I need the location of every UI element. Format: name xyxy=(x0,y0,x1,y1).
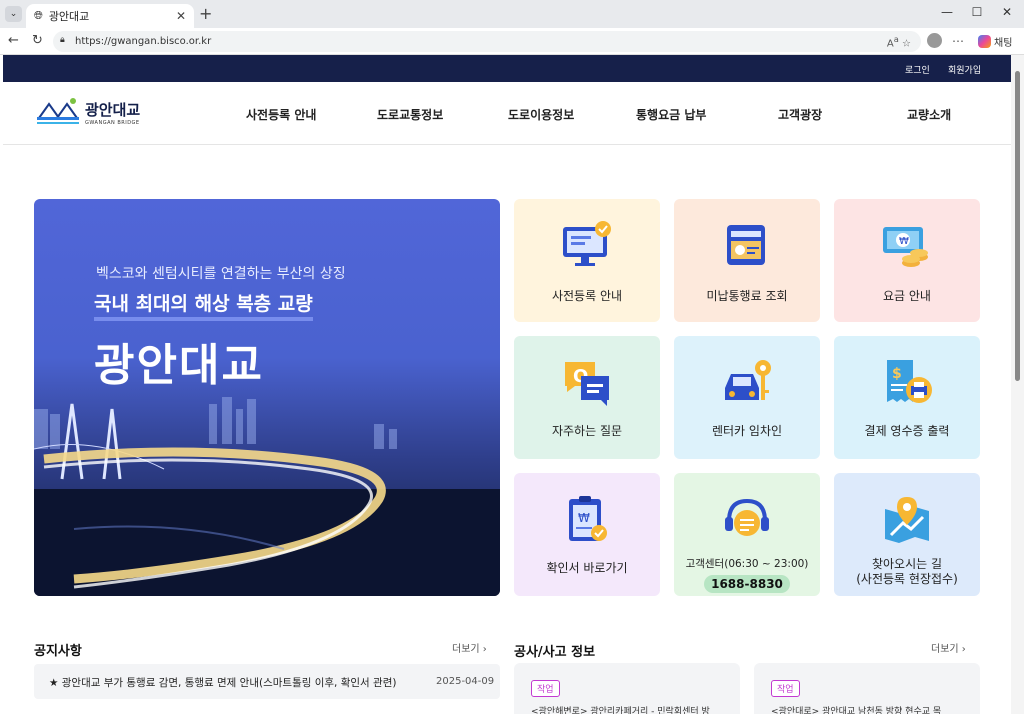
card-sublabel: (사전등록 현장접수) xyxy=(856,572,958,586)
globe-icon: 🌐︎ xyxy=(34,9,43,22)
bridge-night-illustration xyxy=(34,397,500,596)
tab-list-chevron-icon[interactable]: ⌄ xyxy=(5,6,22,22)
read-aloud-favorite-icons[interactable]: Aa ☆ xyxy=(887,34,911,49)
payment-terminal-icon xyxy=(727,225,765,265)
copilot-chat-button[interactable]: 채팅 xyxy=(978,34,1012,49)
svg-text:₩: ₩ xyxy=(899,236,909,247)
notice-title: 공지사항 xyxy=(34,644,82,659)
clipboard-won-icon: ₩ xyxy=(569,496,607,541)
site-header: 광안대교 GWANGAN BRIDGE 사전등록 안내 도로교통정보 도로이용정… xyxy=(3,82,1011,145)
works-more-link[interactable]: 더보기 › xyxy=(931,640,966,655)
join-link[interactable]: 회원가입 xyxy=(948,63,981,76)
tab-title: 광안대교 xyxy=(48,10,90,23)
hero-subtitle: 벡스코와 센텀시티를 연결하는 부산의 상징 xyxy=(96,266,346,282)
hero-banner: 벡스코와 센텀시티를 연결하는 부산의 상징 국내 최대의 해상 복층 교량 광… xyxy=(34,199,500,596)
notice-date: 2025-04-09 xyxy=(436,676,495,687)
card-toll-guide[interactable]: ₩ 요금 안내 xyxy=(834,199,980,322)
login-link[interactable]: 로그인 xyxy=(905,63,930,76)
utility-bar: 로그인 회원가입 xyxy=(3,55,1011,82)
scrollbar-thumb[interactable] xyxy=(1015,71,1020,381)
minimize-icon[interactable]: — xyxy=(932,5,962,19)
work-item[interactable]: 작업 <광안대로> 광안대교 남천동 방향 현수교 목 xyxy=(754,663,980,714)
notice-item[interactable]: ★ 광안대교 부가 통행료 감면, 통행료 면제 안내(스마트톨링 이후, 확인… xyxy=(34,664,500,699)
close-tab-icon[interactable]: ✕ xyxy=(176,9,186,23)
back-icon[interactable]: ← xyxy=(8,33,19,48)
nav-customer[interactable]: 고객광장 xyxy=(778,106,822,123)
work-badge: 작업 xyxy=(531,680,560,697)
nav-bridge-intro[interactable]: 교량소개 xyxy=(907,106,951,123)
card-customer-center[interactable]: 고객센터(06:30 ~ 23:00) 1688-8830 xyxy=(674,473,820,596)
card-faq[interactable]: Q 자주하는 질문 xyxy=(514,336,660,459)
chevron-right-icon: › xyxy=(482,644,487,655)
card-receipt[interactable]: $ 결제 영수증 출력 xyxy=(834,336,980,459)
work-text: <광안해변로> 광안리카페거리 - 민락회센터 방 xyxy=(531,707,710,714)
card-preregistration[interactable]: 사전등록 안내 xyxy=(514,199,660,322)
card-label: 고객센터(06:30 ~ 23:00) xyxy=(685,558,809,570)
card-unpaid-toll[interactable]: 미납통행료 조회 xyxy=(674,199,820,322)
notice-text: ★ 광안대교 부가 통행료 감면, 통행료 면제 안내(스마트톨링 이후, 확인… xyxy=(49,677,397,689)
chevron-right-icon: › xyxy=(961,644,966,655)
work-text: <광안대로> 광안대교 남천동 방향 현수교 목 xyxy=(771,707,942,714)
card-directions[interactable]: 찾아오시는 길 (사전등록 현장접수) xyxy=(834,473,980,596)
web-page: 로그인 회원가입 광안대교 GWANGAN BRIDGE 사전등록 안내 도로교… xyxy=(3,55,1011,714)
monitor-check-icon xyxy=(563,221,611,266)
site-logo[interactable]: 광안대교 GWANGAN BRIDGE xyxy=(35,96,140,128)
card-label: 자주하는 질문 xyxy=(551,424,623,438)
nav-road-usage[interactable]: 도로이용정보 xyxy=(508,106,574,123)
svg-text:₩: ₩ xyxy=(578,511,590,525)
maximize-icon[interactable]: ☐ xyxy=(962,5,992,19)
nav-toll-payment[interactable]: 통행요금 납부 xyxy=(636,106,706,123)
more-menu-icon[interactable]: ⋯ xyxy=(952,34,964,48)
car-key-icon xyxy=(725,360,771,400)
won-coins-icon: ₩ xyxy=(883,227,928,267)
brand-name-en: GWANGAN BRIDGE xyxy=(85,119,140,126)
close-window-icon[interactable]: ✕ xyxy=(992,5,1022,19)
card-certificate[interactable]: ₩ 확인서 바로가기 xyxy=(514,473,660,596)
headset-icon xyxy=(725,498,769,536)
copilot-icon xyxy=(978,35,991,48)
more-label: 더보기 xyxy=(452,644,480,655)
hero-headline: 국내 최대의 해상 복층 교량 xyxy=(94,289,313,321)
reload-icon[interactable]: ↻ xyxy=(32,33,43,48)
card-label: 사전등록 안내 xyxy=(551,289,623,303)
nav-traffic-info[interactable]: 도로교통정보 xyxy=(377,106,443,123)
card-label: 확인서 바로가기 xyxy=(546,561,628,575)
phone-number[interactable]: 1688-8830 xyxy=(704,575,790,593)
receipt-print-icon: $ xyxy=(887,360,932,403)
notice-more-link[interactable]: 더보기 › xyxy=(452,640,487,655)
profile-avatar[interactable] xyxy=(927,33,942,48)
nav-preregistration[interactable]: 사전등록 안내 xyxy=(246,106,316,123)
hero-title: 광안대교 xyxy=(94,340,264,391)
work-item[interactable]: 작업 <광안해변로> 광안리카페거리 - 민락회센터 방 xyxy=(514,663,740,714)
address-bar-row: ← ↻ 🔒︎ https://gwangan.bisco.or.kr Aa ☆ … xyxy=(0,28,1024,55)
chat-label: 채팅 xyxy=(994,38,1013,49)
lock-icon: 🔒︎ xyxy=(60,35,65,45)
browser-tab[interactable]: 🌐︎ 광안대교 ✕ xyxy=(26,4,194,28)
svg-text:$: $ xyxy=(892,366,902,382)
map-pin-icon xyxy=(885,497,929,543)
browser-titlebar: ⌄ 🌐︎ 광안대교 ✕ + — ☐ ✕ xyxy=(0,0,1024,28)
brand-name: 광안대교 xyxy=(85,100,141,119)
new-tab-icon[interactable]: + xyxy=(199,4,212,23)
bridge-logo-icon xyxy=(35,96,81,128)
page-scrollbar[interactable] xyxy=(1011,55,1024,714)
card-label: 렌터카 임차인 xyxy=(711,424,783,438)
more-label: 더보기 xyxy=(931,644,959,655)
chat-question-icon: Q xyxy=(565,362,609,406)
url-text: https://gwangan.bisco.or.kr xyxy=(75,36,212,47)
url-input[interactable]: 🔒︎ https://gwangan.bisco.or.kr Aa ☆ xyxy=(53,31,921,52)
card-label: 미납통행료 조회 xyxy=(706,289,788,303)
work-badge: 작업 xyxy=(771,680,800,697)
card-label: 요금 안내 xyxy=(883,289,931,303)
works-title: 공사/사고 정보 xyxy=(514,645,596,660)
card-label: 결제 영수증 출력 xyxy=(864,424,950,438)
card-rental-car[interactable]: 렌터카 임차인 xyxy=(674,336,820,459)
